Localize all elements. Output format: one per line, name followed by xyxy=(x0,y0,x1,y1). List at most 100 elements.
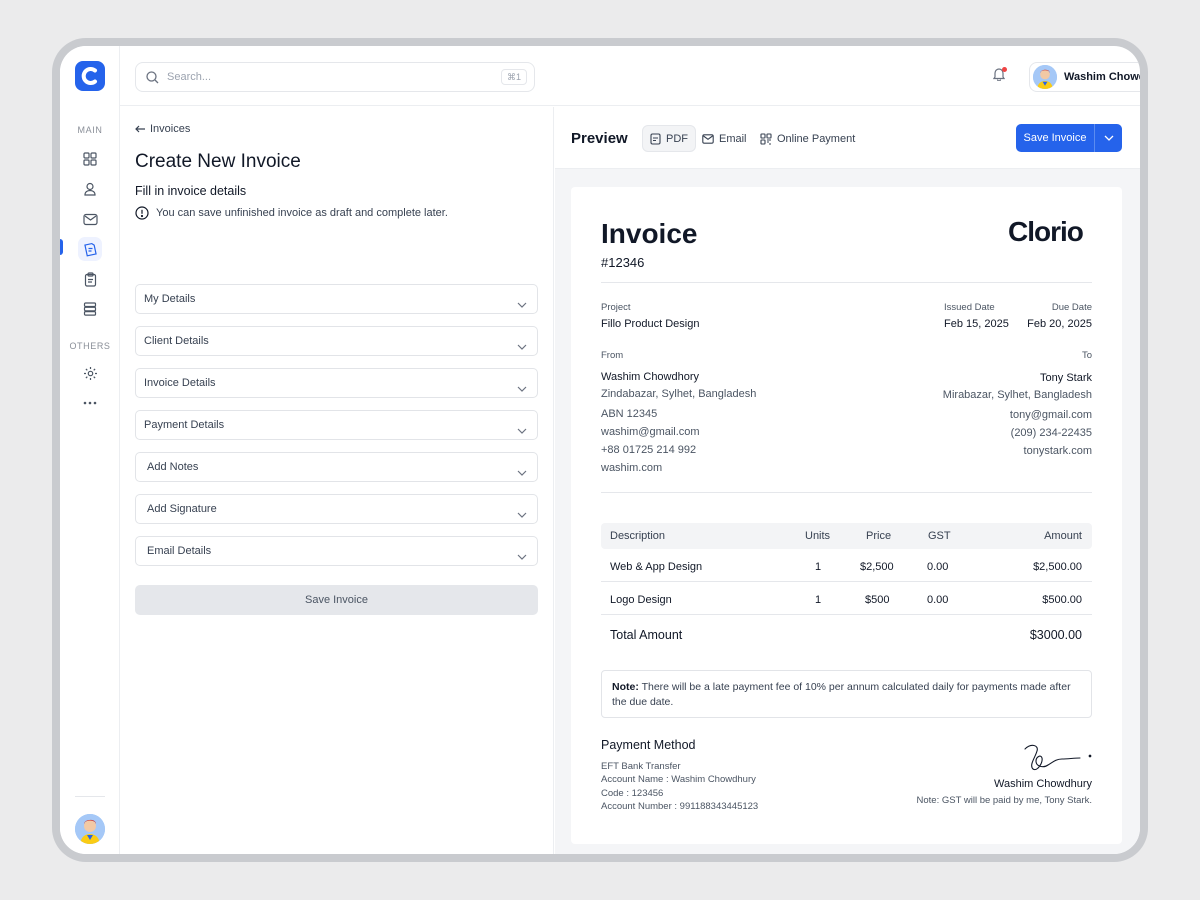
accordion-my-details[interactable]: My Details xyxy=(135,284,538,314)
table-cell: Web & App Design xyxy=(610,561,703,573)
from-phone: +88 01725 214 992 xyxy=(601,444,697,456)
from-label: From xyxy=(601,350,624,361)
info-icon xyxy=(135,206,149,220)
table-header: Description Units Price GST Amount xyxy=(601,523,1092,549)
payment-line: Account Number : 991188343445123 xyxy=(601,801,759,812)
column-header: Price xyxy=(866,530,892,542)
mail-icon[interactable] xyxy=(78,207,102,231)
accordion-email-details[interactable]: Email Details xyxy=(135,536,538,566)
user-menu[interactable]: Washim Chowdhury xyxy=(1029,62,1140,92)
user-icon[interactable] xyxy=(78,177,102,201)
search-placeholder: Search... xyxy=(167,71,212,83)
column-header: Description xyxy=(610,530,666,542)
from-abn: ABN 12345 xyxy=(601,408,658,420)
payment-line: EFT Bank Transfer xyxy=(601,761,681,772)
back-to-invoices-link[interactable]: Invoices xyxy=(135,123,190,135)
arrow-left-icon xyxy=(135,125,146,133)
save-invoice-primary-button[interactable]: Save Invoice xyxy=(1016,124,1122,152)
table-total-row: Total Amount $3000.00 xyxy=(601,615,1092,655)
payment-line: Account Name : Washim Chowdhury xyxy=(601,774,756,785)
signature-image xyxy=(1021,741,1093,780)
payment-icon xyxy=(760,132,772,145)
invoice-form-panel: Invoices Create New Invoice Fill in invo… xyxy=(120,107,554,854)
save-invoice-button[interactable]: Save Invoice xyxy=(135,585,538,615)
draft-info-text: You can save unfinished invoice as draft… xyxy=(156,207,448,219)
accordion-label: Payment Details xyxy=(144,419,225,431)
table-cell: Logo Design xyxy=(610,594,672,606)
sidebar: MAIN OTHERS xyxy=(60,46,120,854)
brand-logo: Clorio xyxy=(1008,216,1084,247)
to-website: tonystark.com xyxy=(1023,445,1092,457)
database-icon[interactable] xyxy=(78,297,102,321)
late-fee-note: Note: There will be a late payment fee o… xyxy=(601,670,1092,718)
accordion-add-notes[interactable]: Add Notes xyxy=(135,452,538,482)
invoice-number: #12346 xyxy=(601,255,645,270)
divider xyxy=(601,282,1092,283)
invoice-document: Invoice #12346 Clorio Project Fillo Prod… xyxy=(571,187,1122,844)
user-name: Washim Chowdhury xyxy=(1064,71,1140,83)
line-items-table: Description Units Price GST Amount Web &… xyxy=(601,523,1092,655)
payment-line: Code : 123456 xyxy=(601,788,664,799)
accordion-client-details[interactable]: Client Details xyxy=(135,326,538,356)
search-input[interactable]: Search... ⌘1 xyxy=(135,62,535,92)
accordion-label: Add Notes xyxy=(147,461,199,473)
tab-online-payment[interactable]: Online Payment xyxy=(753,125,862,152)
tab-label: Email xyxy=(719,132,747,145)
avatar[interactable] xyxy=(75,814,105,844)
table-cell: 1 xyxy=(815,561,822,573)
preview-title: Preview xyxy=(571,130,628,147)
accordion-payment-details[interactable]: Payment Details xyxy=(135,410,538,440)
notification-dot xyxy=(1002,67,1007,72)
back-link-label: Invoices xyxy=(150,123,191,135)
sidebar-divider xyxy=(75,796,105,797)
to-name: Tony Stark xyxy=(1040,372,1092,384)
settings-icon[interactable] xyxy=(78,361,102,385)
from-website: washim.com xyxy=(601,462,663,474)
from-name: Washim Chowdhory xyxy=(601,371,700,383)
table-row: Logo Design 1 $500 0.00 $500.00 xyxy=(601,582,1092,615)
total-label: Total Amount xyxy=(610,628,683,642)
from-address: Zindabazar, Sylhet, Bangladesh xyxy=(601,388,757,400)
chevron-down-icon xyxy=(517,463,527,481)
chevron-down-icon xyxy=(517,337,527,355)
chevron-down-icon xyxy=(517,547,527,565)
project-label: Project xyxy=(601,302,631,313)
accordion-add-signature[interactable]: Add Signature xyxy=(135,494,538,524)
tab-pdf[interactable]: PDF xyxy=(642,125,696,152)
project-name: Fillo Product Design xyxy=(601,318,700,330)
divider xyxy=(601,492,1092,493)
app-logo[interactable] xyxy=(75,61,105,91)
form-subtitle: Fill in invoice details xyxy=(135,184,247,198)
to-email: tony@gmail.com xyxy=(1009,409,1092,421)
accordion-invoice-details[interactable]: Invoice Details xyxy=(135,368,538,398)
dashboard-icon[interactable] xyxy=(78,147,102,171)
tab-label: Online Payment xyxy=(777,132,856,145)
top-bar: Search... ⌘1 Washim Chowdhury xyxy=(120,46,1140,106)
total-amount: $3000.00 xyxy=(1029,628,1082,642)
payment-method-title: Payment Method xyxy=(601,738,696,752)
column-header: GST xyxy=(928,530,951,542)
table-cell: 0.00 xyxy=(927,561,949,573)
chevron-down-icon[interactable] xyxy=(1095,135,1122,141)
page-title: Create New Invoice xyxy=(135,151,301,172)
avatar xyxy=(1033,65,1057,89)
to-label: To xyxy=(1081,350,1092,361)
chevron-down-icon xyxy=(517,505,527,523)
pdf-icon xyxy=(650,132,661,145)
due-date-label: Due Date xyxy=(1051,302,1092,313)
clipboard-icon[interactable] xyxy=(78,267,102,291)
note-text: There will be a late payment fee of 10% … xyxy=(612,681,1071,708)
accordion-label: Client Details xyxy=(144,335,209,347)
more-icon[interactable] xyxy=(78,391,102,415)
to-phone: (209) 234-22435 xyxy=(1010,427,1092,439)
signer-name: Washim Chowdhury xyxy=(993,778,1092,790)
tab-email[interactable]: Email xyxy=(695,125,754,152)
accordion-label: My Details xyxy=(144,293,196,305)
search-icon xyxy=(146,70,159,84)
save-invoice-label: Save Invoice xyxy=(1023,132,1087,144)
chevron-down-icon xyxy=(517,421,527,439)
table-cell: $500.00 xyxy=(1042,594,1082,606)
app-window: MAIN OTHERS Search... ⌘1 Washim Chow Inv… xyxy=(60,46,1140,854)
invoice-icon[interactable] xyxy=(78,237,102,261)
search-shortcut: ⌘1 xyxy=(500,69,527,85)
